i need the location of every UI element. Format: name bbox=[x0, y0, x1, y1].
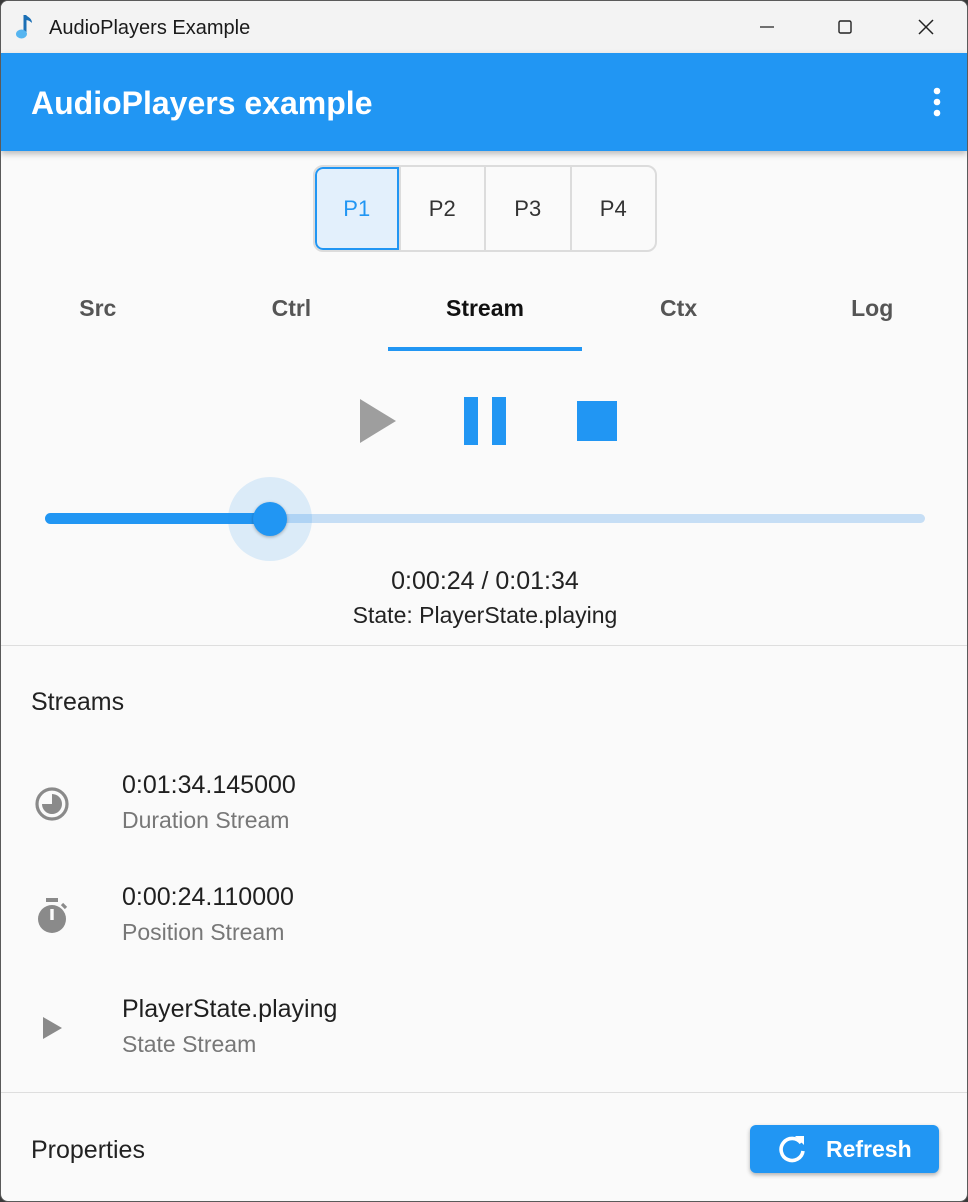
player-option-p4[interactable]: P4 bbox=[569, 167, 656, 250]
more-vert-icon[interactable] bbox=[931, 87, 943, 117]
timer-icon bbox=[33, 897, 71, 935]
pause-button[interactable] bbox=[459, 391, 511, 451]
title-bar: AudioPlayers Example bbox=[1, 1, 967, 53]
stop-button[interactable] bbox=[571, 391, 623, 451]
tab-log[interactable]: Log bbox=[775, 271, 967, 351]
list-item-duration-stream: 0:01:34.145000 Duration Stream bbox=[1, 771, 967, 861]
refresh-button[interactable]: Refresh bbox=[750, 1125, 939, 1173]
state-label: State Stream bbox=[122, 1031, 257, 1057]
app-window: AudioPlayers Example AudioPlayers exampl… bbox=[0, 0, 968, 1202]
play-arrow-icon bbox=[33, 1009, 71, 1047]
duration-label: Duration Stream bbox=[122, 807, 290, 833]
player-option-p3[interactable]: P3 bbox=[484, 167, 570, 250]
play-icon bbox=[360, 399, 396, 443]
music-note-icon bbox=[16, 15, 32, 39]
tab-stream[interactable]: Stream bbox=[388, 271, 582, 351]
playback-time: 0:00:24 / 0:01:34 bbox=[391, 567, 579, 595]
timelapse-icon bbox=[33, 785, 71, 823]
app-bar-title: AudioPlayers example bbox=[31, 85, 373, 121]
player-option-p1[interactable]: P1 bbox=[315, 167, 399, 250]
position-label: Position Stream bbox=[122, 919, 285, 945]
refresh-label: Refresh bbox=[826, 1135, 912, 1162]
window-title: AudioPlayers Example bbox=[49, 17, 251, 39]
list-item-state-stream: PlayerState.playing State Stream bbox=[1, 995, 967, 1085]
stop-icon bbox=[577, 401, 617, 441]
maximize-icon bbox=[838, 20, 852, 34]
maximize-button[interactable] bbox=[812, 1, 878, 53]
pause-icon bbox=[464, 397, 506, 445]
close-button[interactable] bbox=[893, 1, 959, 53]
seek-slider[interactable] bbox=[41, 477, 929, 561]
properties-heading: Properties bbox=[31, 1136, 145, 1164]
player-state: State: PlayerState.playing bbox=[352, 602, 618, 628]
tab-bar: Src Ctrl Stream Ctx Log bbox=[1, 271, 967, 351]
close-icon bbox=[918, 19, 934, 35]
player-option-p2[interactable]: P2 bbox=[398, 167, 485, 250]
state-value: PlayerState.playing bbox=[122, 995, 338, 1023]
refresh-icon bbox=[779, 1136, 805, 1163]
tab-src[interactable]: Src bbox=[1, 271, 195, 351]
position-value: 0:00:24.110000 bbox=[122, 883, 294, 911]
slider-thumb[interactable] bbox=[252, 502, 287, 536]
play-button[interactable] bbox=[351, 391, 403, 451]
divider bbox=[1, 1092, 967, 1093]
minimize-button[interactable] bbox=[734, 1, 800, 53]
duration-value: 0:01:34.145000 bbox=[122, 771, 296, 799]
app-bar: AudioPlayers example bbox=[1, 53, 967, 151]
minimize-icon bbox=[760, 26, 774, 28]
player-selector: P1 P2 P3 P4 bbox=[313, 165, 657, 252]
tab-ctrl[interactable]: Ctrl bbox=[195, 271, 389, 351]
divider bbox=[1, 645, 967, 646]
list-item-position-stream: 0:00:24.110000 Position Stream bbox=[1, 883, 967, 973]
tab-ctx[interactable]: Ctx bbox=[582, 271, 776, 351]
streams-heading: Streams bbox=[31, 688, 125, 716]
